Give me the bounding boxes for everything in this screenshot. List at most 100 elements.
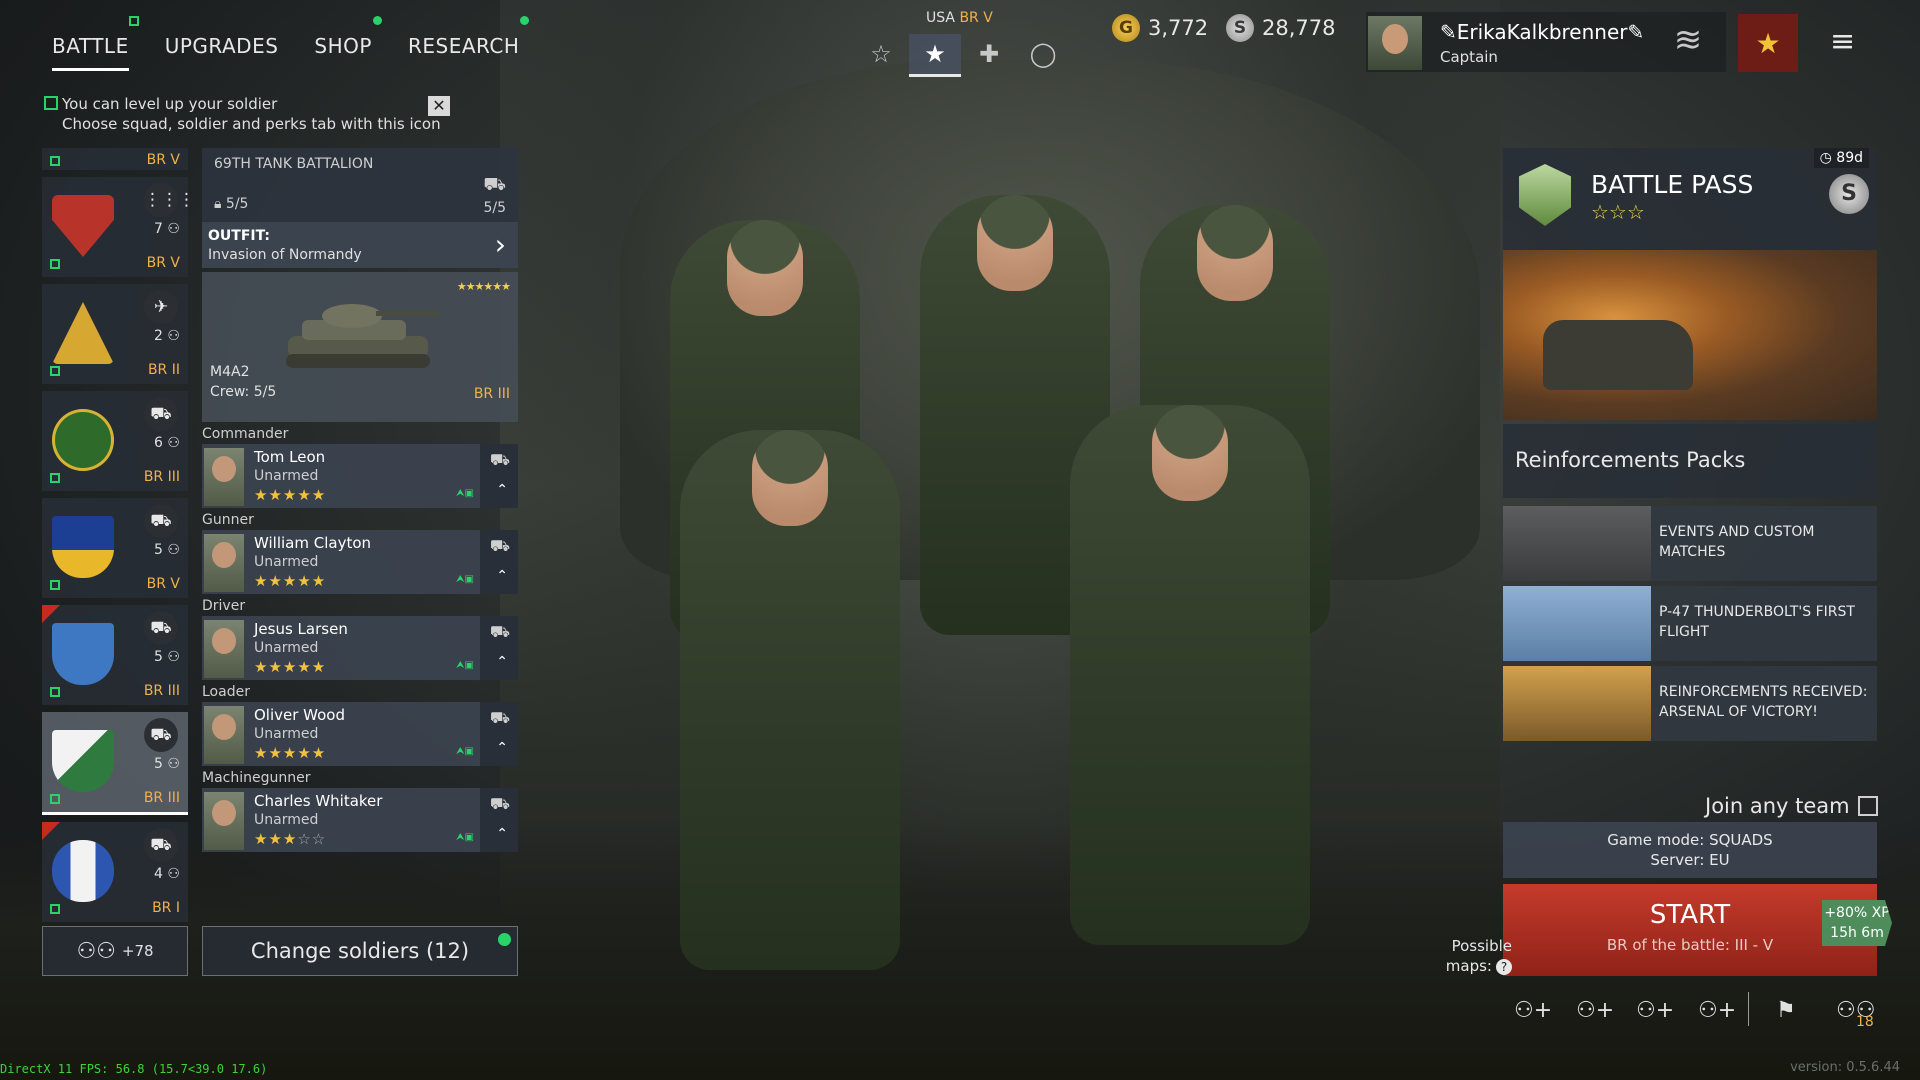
lock-icon: 🔒︎ [214, 196, 222, 212]
battle-pass-card[interactable]: BATTLE PASS ☆☆☆ ◷ 89d S [1503, 148, 1877, 420]
tank-crew-icon: ⛟ [489, 536, 510, 555]
game-mode-info[interactable]: Game mode: SQUADS Server: EU [1503, 822, 1877, 878]
gold-balance[interactable]: G 3,772 [1112, 14, 1208, 42]
squad-emblem [52, 623, 114, 685]
avatar [1368, 16, 1422, 70]
silver-balance[interactable]: S 28,778 [1226, 14, 1335, 42]
tank-crew-icon: ⛟ [489, 708, 510, 727]
battle-pass-banner [1503, 250, 1877, 420]
tank-image [286, 304, 440, 368]
soldier-row[interactable]: Tom Leon Unarmed ★★★★★ ⮝▣ ⛟ ⌃ [202, 444, 518, 508]
squad-emblem [52, 409, 114, 471]
squad-card[interactable]: ⋮⋮⋮ 7 ⚇ BR V [42, 177, 195, 277]
join-any-team-label: Join any team [1705, 794, 1850, 818]
help-icon[interactable]: ? [1496, 959, 1512, 975]
reinforcement-thumbnail [1503, 506, 1651, 581]
role-label: Commander [202, 426, 289, 442]
soldier-row[interactable]: Charles Whitaker Unarmed ★★★☆☆ ⮝▣ ⛟ ⌃ [202, 788, 518, 852]
squad-header: 69TH TANK BATTALION ⛟ 🔒︎ 5/5 5/5 [202, 148, 518, 222]
role-label: Gunner [202, 512, 254, 528]
join-any-team-checkbox[interactable] [1858, 796, 1878, 816]
tab-research[interactable]: RESEARCH [408, 16, 530, 71]
reinforcement-item[interactable]: REINFORCEMENTS RECEIVED: ARSENAL OF VICT… [1503, 666, 1877, 741]
level-up-icon [50, 473, 60, 483]
mode-selector: ☆ ★ ✚ ◯ [855, 34, 1069, 77]
possible-maps[interactable]: Possible maps:? [1416, 936, 1512, 976]
star-badge-icon[interactable]: ★ [909, 34, 961, 77]
flag-icon[interactable]: ⚑ [1776, 998, 1796, 1023]
tank-icon: ⛟ [483, 174, 506, 195]
reinforcement-item[interactable]: P-47 THUNDERBOLT'S FIRST FLIGHT [1503, 586, 1877, 661]
level-up-icon: ⮝▣ [456, 746, 474, 757]
invite-player-icon[interactable]: ⚇+ [1514, 998, 1552, 1023]
rank-chevrons-icon[interactable]: ≋ [1668, 18, 1708, 66]
squad-card[interactable]: ✈ 2 ⚇ BR II [42, 284, 188, 384]
level-up-icon: ⮝▣ [456, 574, 474, 585]
campaign-badge-icon[interactable]: ★ [1738, 14, 1798, 72]
squad-card[interactable]: ⛟ 6 ⚇ BR III [42, 391, 188, 491]
invite-player-icon[interactable]: ⚇+ [1636, 998, 1674, 1023]
soldier-row[interactable]: Oliver Wood Unarmed ★★★★★ ⮝▣ ⛟ ⌃ [202, 702, 518, 766]
vehicle-card[interactable]: ★★★★★★ M4A2 Crew: 5/5 BR III [202, 272, 518, 422]
soldier-model-4[interactable] [680, 430, 900, 970]
squad-card[interactable]: ⛟ 5 ⚇ BR III [42, 605, 188, 705]
level-up-icon [50, 794, 60, 804]
gold-coin-icon: G [1112, 14, 1140, 42]
player-rank: Captain [1440, 48, 1498, 66]
level-up-icon [44, 96, 58, 110]
squad-card-selected[interactable]: ⛟ 5 ⚇ BR III [42, 712, 188, 815]
hint-close-button[interactable]: ✕ [428, 96, 450, 116]
level-up-icon: ⮝▣ [456, 660, 474, 671]
battle-pass-stars: ☆☆☆ [1591, 200, 1645, 224]
chevron-up-icon[interactable]: ⌃ [496, 826, 508, 842]
fps-counter: DirectX 11 FPS: 56.8 (15.7<39.0 17.6) [0, 1062, 268, 1076]
outfit-selector[interactable]: OUTFIT: Invasion of Normandy › [202, 222, 518, 268]
squad-detail-panel: 69TH TANK BATTALION ⛟ 🔒︎ 5/5 5/5 OUTFIT:… [202, 148, 518, 852]
chevron-up-icon[interactable]: ⌃ [496, 740, 508, 756]
role-label: Machinegunner [202, 770, 311, 786]
role-label: Driver [202, 598, 246, 614]
soldier-portrait [204, 448, 244, 506]
squad-card[interactable]: ⛟ 4 ⚇ BR I [42, 822, 188, 922]
chevron-up-icon[interactable]: ⌃ [496, 654, 508, 670]
reinforcement-item[interactable]: EVENTS AND CUSTOM MATCHES [1503, 506, 1877, 581]
change-soldiers-button[interactable]: Change soldiers (12) [202, 926, 518, 976]
chevron-up-icon[interactable]: ⌃ [496, 568, 508, 584]
tab-shop[interactable]: SHOP [314, 16, 382, 71]
soldier-portrait [204, 534, 244, 592]
add-squad-button[interactable]: ⚇⚇ +78 [42, 926, 188, 976]
invite-player-icon[interactable]: ⚇+ [1698, 998, 1736, 1023]
squad-group-icon: ⚇⚇ [76, 938, 116, 964]
circle-icon[interactable]: ◯ [1017, 34, 1069, 74]
menu-icon[interactable]: ≡ [1830, 24, 1855, 59]
tab-battle[interactable]: BATTLE [52, 16, 139, 71]
tank-icon: ⛟ [144, 504, 178, 538]
soldier-row[interactable]: Jesus Larsen Unarmed ★★★★★ ⮝▣ ⛟ ⌃ [202, 616, 518, 680]
xp-boost-badge: +80% XP 15h 6m [1822, 900, 1892, 946]
squad-card[interactable]: BR V [42, 148, 188, 170]
soldier-portrait [204, 792, 244, 850]
tank-icon: ⛟ [144, 828, 178, 862]
start-button[interactable]: START BR of the battle: III - V [1503, 884, 1877, 976]
star-outline-icon[interactable]: ☆ [855, 34, 907, 74]
invite-player-icon[interactable]: ⚇+ [1576, 998, 1614, 1023]
chevron-up-icon[interactable]: ⌃ [496, 482, 508, 498]
squad-card[interactable]: ⛟ 5 ⚇ BR V [42, 498, 188, 598]
squad-emblem [52, 195, 114, 257]
soldier-rating: ★★★★★ [254, 486, 327, 504]
tab-upgrades[interactable]: UPGRADES [165, 30, 279, 71]
soldier-row[interactable]: William Clayton Unarmed ★★★★★ ⮝▣ ⛟ ⌃ [202, 530, 518, 594]
notification-dot [372, 16, 382, 25]
version-label: version: 0.5.6.44 [1790, 1060, 1900, 1075]
plus-cross-icon[interactable]: ✚ [963, 34, 1015, 74]
soldier-rating: ★★★★★ [254, 658, 327, 676]
squad-emblem [52, 840, 114, 902]
soldier-rating: ★★★★★ [254, 744, 327, 762]
squad-list: BR V ⋮⋮⋮ 7 ⚇ BR V ✈ 2 ⚇ BR II ⛟ 6 ⚇ BR I… [42, 148, 195, 929]
soldier-rating: ★★★☆☆ [254, 830, 327, 848]
squad-emblem [52, 302, 114, 364]
tank-crew-icon: ⛟ [489, 622, 510, 641]
plane-icon: ✈ [144, 290, 178, 324]
reinforcement-thumbnail [1503, 586, 1651, 661]
soldier-model-5[interactable] [1070, 405, 1310, 945]
